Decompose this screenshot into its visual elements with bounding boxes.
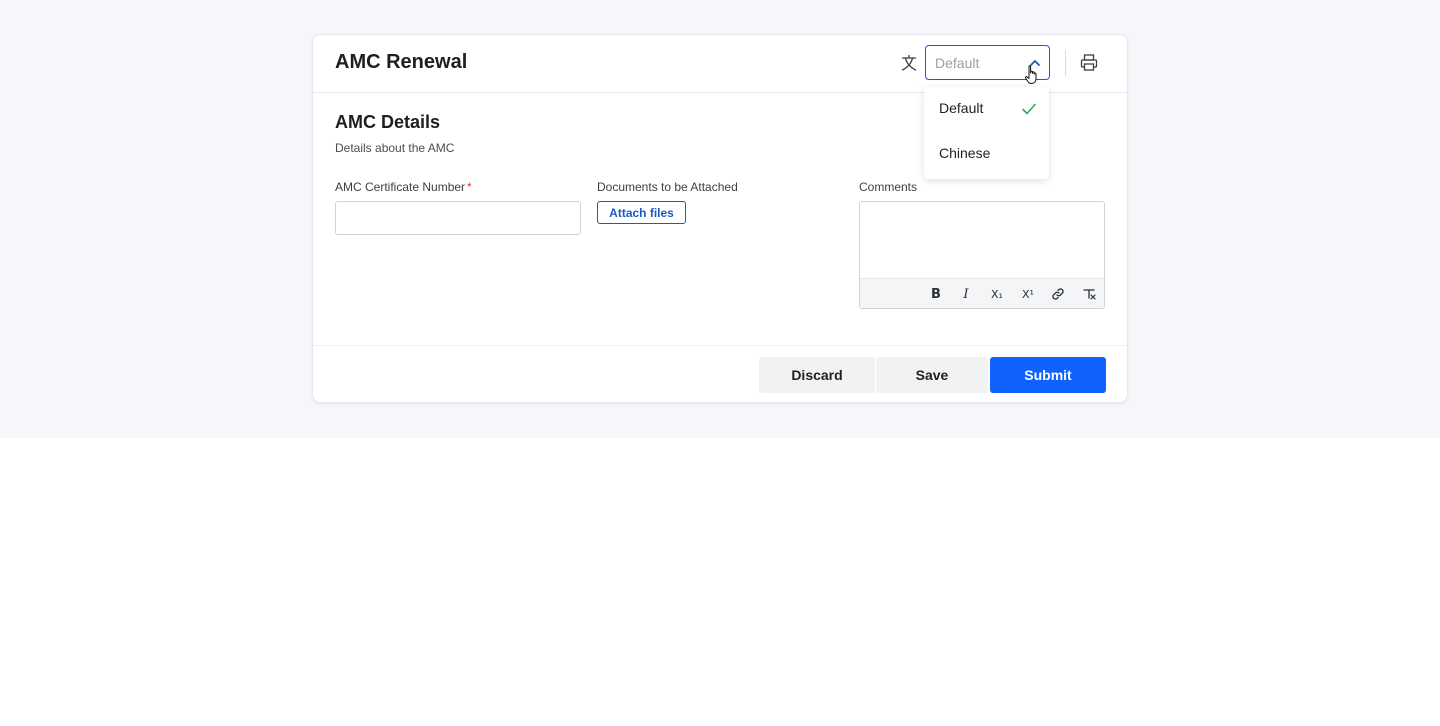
link-icon[interactable] bbox=[1049, 285, 1067, 303]
language-option-label: Chinese bbox=[939, 145, 991, 161]
language-select-value: Default bbox=[935, 55, 980, 71]
section-title: AMC Details bbox=[335, 112, 441, 132]
footer-divider bbox=[313, 345, 1127, 346]
header-divider bbox=[1065, 50, 1066, 76]
comments-editor: B I X₁ X¹ bbox=[859, 201, 1105, 309]
certificate-number-label-text: AMC Certificate Number bbox=[335, 180, 466, 194]
documents-label: Documents to be Attached bbox=[597, 180, 738, 194]
comments-textarea[interactable] bbox=[860, 202, 1104, 278]
discard-button[interactable]: Discard bbox=[759, 357, 875, 393]
language-option-default[interactable]: Default bbox=[924, 87, 1049, 131]
check-icon bbox=[1022, 103, 1036, 115]
subscript-icon[interactable]: X₁ bbox=[988, 285, 1006, 303]
certificate-number-label: AMC Certificate Number * bbox=[335, 180, 472, 194]
form-header: AMC Renewal Default bbox=[313, 35, 1127, 93]
superscript-icon[interactable]: X¹ bbox=[1019, 285, 1037, 303]
section-subtitle: Details about the AMC bbox=[335, 141, 455, 155]
pointer-cursor-icon bbox=[1024, 65, 1037, 84]
comments-label: Comments bbox=[859, 180, 918, 194]
submit-button[interactable]: Submit bbox=[990, 357, 1106, 393]
save-button[interactable]: Save bbox=[876, 357, 988, 393]
italic-icon[interactable]: I bbox=[957, 285, 975, 303]
language-dropdown: Default Chinese bbox=[924, 87, 1049, 179]
print-icon[interactable] bbox=[1078, 52, 1100, 74]
attach-files-button[interactable]: Attach files bbox=[597, 201, 686, 224]
language-option-chinese[interactable]: Chinese bbox=[924, 132, 1049, 176]
language-option-label: Default bbox=[939, 100, 984, 116]
required-mark: * bbox=[467, 180, 472, 194]
translate-icon[interactable] bbox=[898, 52, 920, 74]
certificate-number-input[interactable] bbox=[335, 201, 581, 235]
form-title: AMC Renewal bbox=[335, 51, 468, 73]
clear-format-icon[interactable] bbox=[1080, 285, 1098, 303]
bold-icon[interactable]: B bbox=[927, 285, 945, 303]
editor-toolbar: B I X₁ X¹ bbox=[860, 278, 1104, 308]
